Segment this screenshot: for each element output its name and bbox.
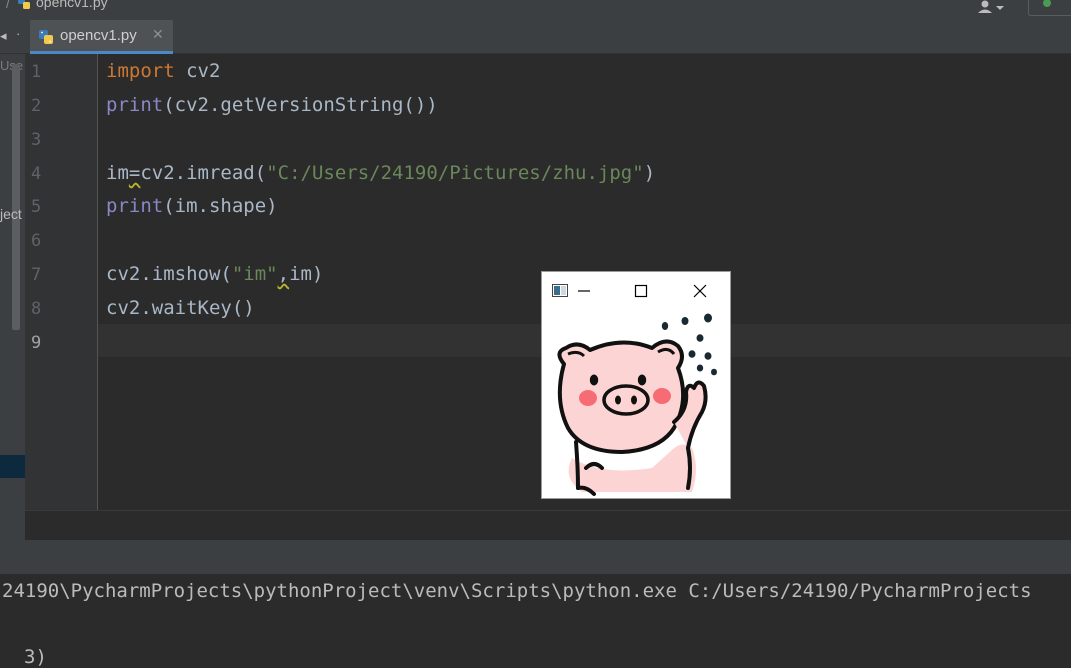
minimize-window-button[interactable] xyxy=(564,276,604,306)
code-text: cv2.imshow( xyxy=(106,263,232,285)
line-number: 1 xyxy=(31,62,42,82)
line-number: 8 xyxy=(31,299,42,319)
builtin-print: print xyxy=(106,195,164,217)
close-window-button[interactable] xyxy=(680,276,720,306)
keyword-import: import xyxy=(106,60,175,82)
code-text: (cv2.getVersionString()) xyxy=(163,94,438,116)
sidebar-scrollbar[interactable] xyxy=(12,64,20,330)
more-tabs-icon[interactable]: · xyxy=(16,26,20,41)
line-number: 6 xyxy=(31,231,42,251)
close-icon xyxy=(693,284,707,298)
code-line-1[interactable]: import cv2 xyxy=(106,60,220,82)
minimize-icon xyxy=(578,290,590,292)
console-output-line: 3) xyxy=(24,646,47,668)
line-number: 7 xyxy=(31,265,42,285)
code-line-7[interactable]: cv2.imshow("im",im) xyxy=(106,263,323,285)
code-text: cv2.waitKey() xyxy=(106,297,255,319)
project-sidebar: Use ject xyxy=(0,54,25,540)
code-line-8[interactable]: cv2.waitKey() xyxy=(106,297,255,319)
maximize-window-button[interactable] xyxy=(621,276,661,306)
opencv-image-window[interactable] xyxy=(542,272,730,498)
console-command-line: 24190\PycharmProjects\pythonProject\venv… xyxy=(2,580,1032,602)
code-text: (im.shape) xyxy=(163,195,278,217)
code-string: "C:/Users/24190/Pictures/zhu.jpg" xyxy=(266,162,644,184)
line-number: 5 xyxy=(31,197,42,217)
maximize-icon xyxy=(634,284,648,298)
code-comma-warning: , xyxy=(277,263,290,285)
window-title: opencv1.py xyxy=(36,0,108,10)
sidebar-project-text: ject xyxy=(0,206,22,222)
run-tool-window-header xyxy=(0,540,1071,574)
sidebar-selected-row[interactable] xyxy=(0,455,25,478)
user-dropdown-icon[interactable] xyxy=(975,0,1007,14)
close-tab-icon[interactable]: ✕ xyxy=(152,26,164,43)
editor-tab-bar: ◂ · opencv1.py ✕ xyxy=(0,20,1071,54)
breadcrumb-separator: / xyxy=(6,0,10,11)
line-number-gutter: 1 2 3 4 5 6 7 8 9 xyxy=(25,54,98,510)
editor-bottom-area xyxy=(25,510,1071,541)
code-operator-warning: = xyxy=(128,162,141,184)
tab-label: opencv1.py xyxy=(60,27,137,44)
line-number: 4 xyxy=(31,164,42,184)
code-line-2[interactable]: print(cv2.getVersionString()) xyxy=(106,94,438,116)
line-number: 2 xyxy=(31,96,42,116)
code-line-5[interactable]: print(im.shape) xyxy=(106,195,278,217)
run-console[interactable]: 24190\PycharmProjects\pythonProject\venv… xyxy=(0,574,1071,668)
code-text: cv2.imread( xyxy=(140,162,267,184)
python-file-icon xyxy=(18,0,30,9)
current-line-number: 9 xyxy=(31,333,42,353)
code-variable: im xyxy=(106,162,129,184)
tab-opencv1-py[interactable]: opencv1.py ✕ xyxy=(30,20,173,54)
run-config-icon xyxy=(1043,0,1051,7)
scroll-left-icon[interactable]: ◂ xyxy=(0,28,7,44)
line-number: 3 xyxy=(31,130,42,150)
run-configuration-selector[interactable] xyxy=(1028,0,1071,16)
code-line-4[interactable]: im=cv2.imread("C:/Users/24190/Pictures/z… xyxy=(106,162,655,184)
pig-illustration xyxy=(557,313,717,496)
builtin-print: print xyxy=(106,94,164,116)
title-bar: / opencv1.py xyxy=(0,0,1071,20)
code-string: "im" xyxy=(231,263,278,285)
python-file-icon xyxy=(39,30,53,44)
code-text: ) xyxy=(643,162,656,184)
code-text: cv2 xyxy=(174,60,221,82)
code-text: im) xyxy=(289,263,324,285)
